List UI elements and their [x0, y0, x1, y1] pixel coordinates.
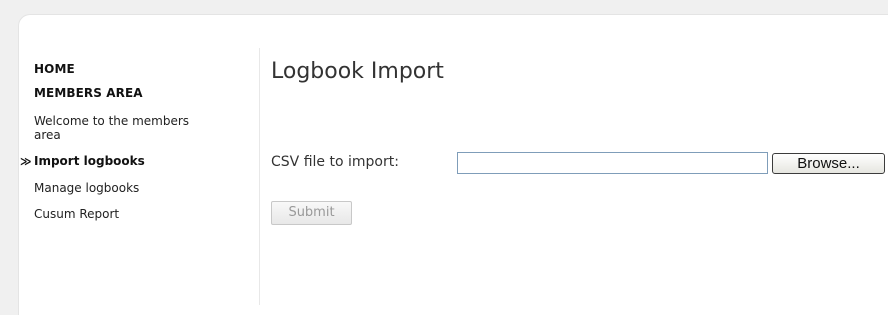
sidebar-item-home[interactable]: HOME: [34, 62, 234, 76]
submit-button[interactable]: Submit: [271, 201, 352, 225]
csv-file-label: CSV file to import:: [271, 154, 399, 170]
sidebar-item-cusum-report[interactable]: Cusum Report: [34, 207, 234, 221]
sidebar-item-manage-logbooks[interactable]: Manage logbooks: [34, 181, 234, 195]
sidebar-nav: HOME MEMBERS AREA Welcome to the members…: [20, 62, 234, 233]
sidebar-item-import-logbooks[interactable]: ≫ Import logbooks: [20, 154, 234, 169]
page-title: Logbook Import: [271, 59, 444, 84]
browse-button[interactable]: Browse...: [772, 153, 885, 174]
csv-file-input[interactable]: [457, 152, 768, 174]
active-arrow-icon: ≫: [20, 155, 32, 168]
sidebar-divider: [259, 48, 260, 305]
sidebar-item-members-area[interactable]: MEMBERS AREA: [34, 86, 234, 100]
sidebar-item-label: Import logbooks: [34, 154, 145, 168]
sidebar-item-welcome[interactable]: Welcome to the members area: [34, 114, 214, 142]
